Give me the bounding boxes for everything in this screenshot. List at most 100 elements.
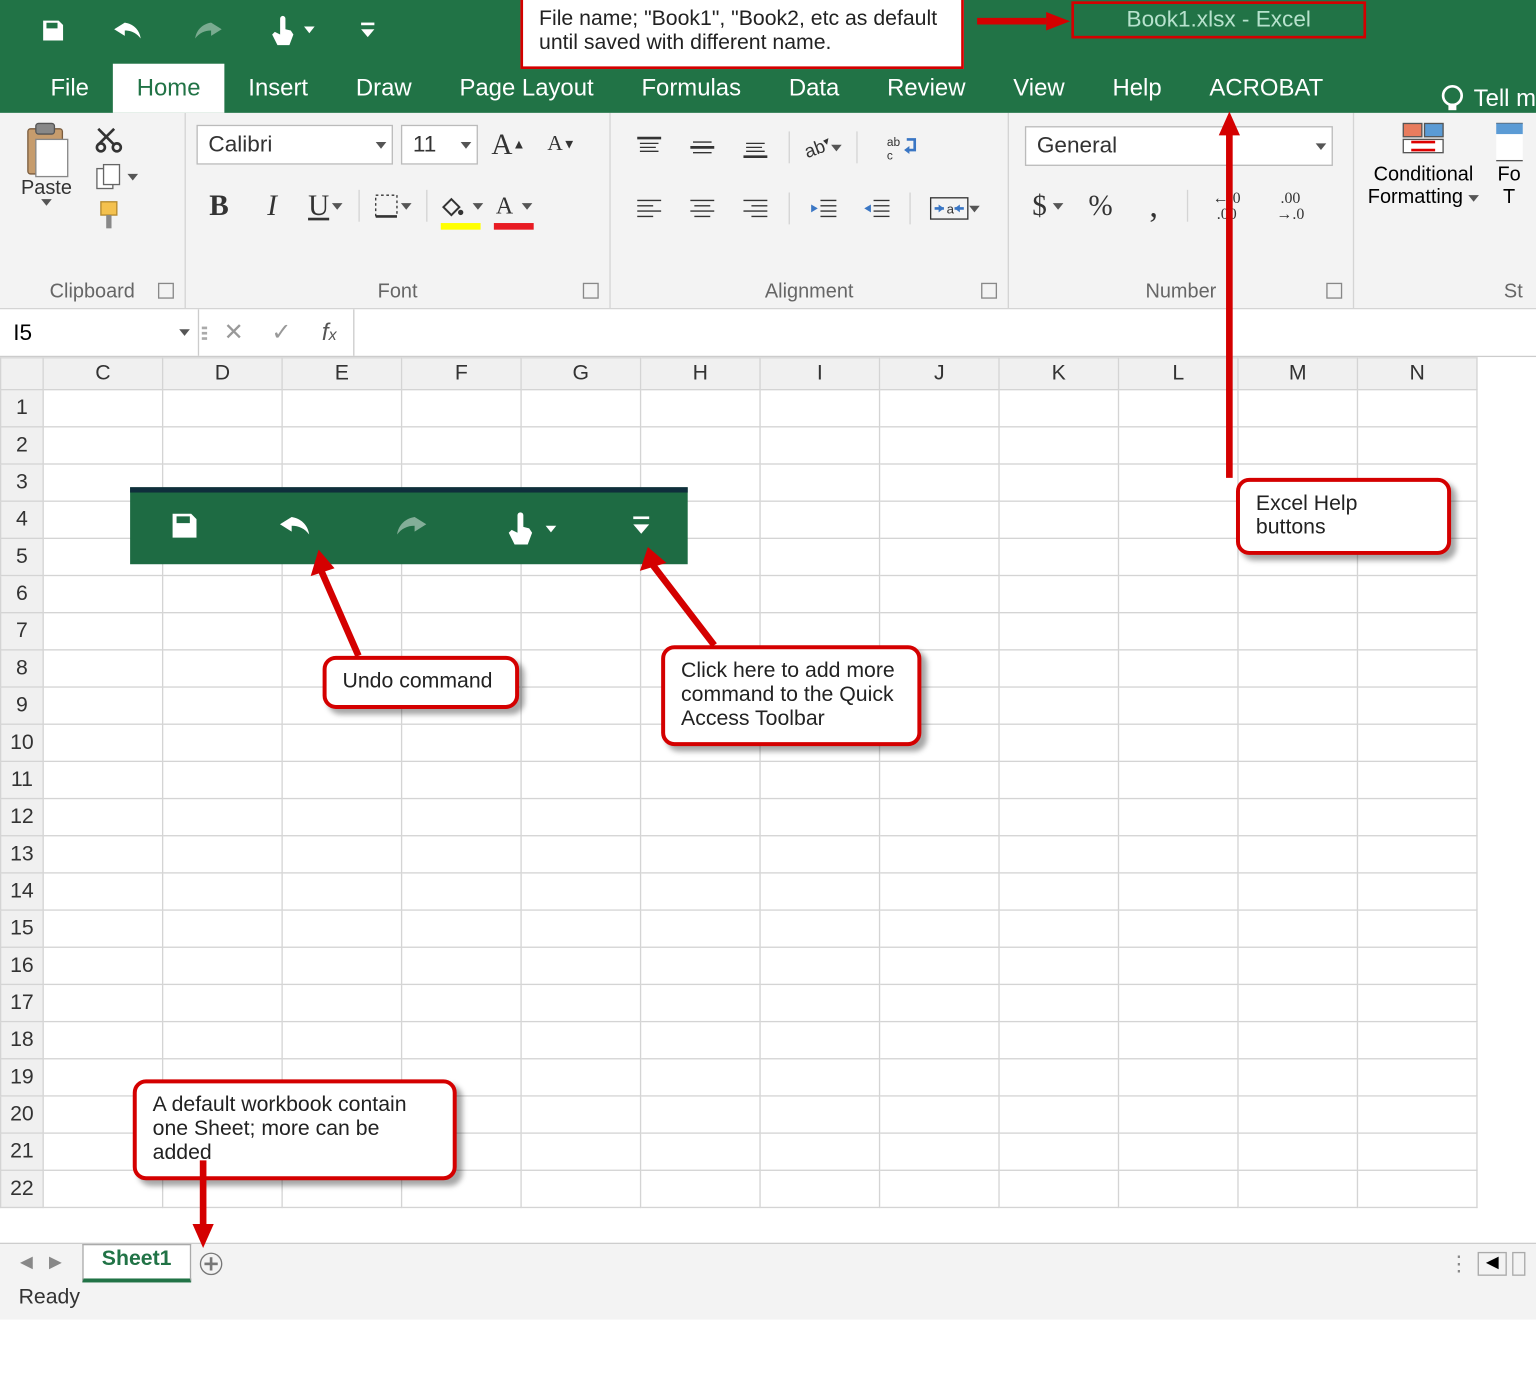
cell[interactable] — [880, 947, 999, 984]
redo-icon[interactable] — [191, 17, 223, 44]
cell[interactable] — [641, 799, 760, 836]
cell[interactable] — [1238, 873, 1357, 910]
cell[interactable] — [282, 724, 401, 761]
cell[interactable] — [43, 910, 162, 947]
tab-data[interactable]: Data — [765, 64, 863, 113]
formula-input[interactable] — [353, 309, 1536, 355]
tab-draw[interactable]: Draw — [332, 64, 436, 113]
next-sheet-icon[interactable]: ► — [45, 1251, 66, 1275]
cell[interactable] — [521, 576, 640, 613]
cell[interactable] — [163, 836, 282, 873]
cell[interactable] — [282, 947, 401, 984]
column-header[interactable]: D — [163, 358, 282, 390]
cell[interactable] — [641, 1022, 760, 1059]
fx-icon[interactable]: fx — [305, 319, 353, 347]
tab-page-layout[interactable]: Page Layout — [436, 64, 618, 113]
tab-home[interactable]: Home — [113, 64, 225, 113]
cell[interactable] — [880, 538, 999, 575]
cell[interactable] — [1357, 650, 1476, 687]
cell[interactable] — [1238, 390, 1357, 427]
cell[interactable] — [641, 1170, 760, 1207]
cell[interactable] — [1238, 910, 1357, 947]
cell[interactable] — [999, 947, 1118, 984]
cell[interactable] — [760, 464, 879, 501]
cell[interactable] — [43, 576, 162, 613]
cell[interactable] — [1238, 1059, 1357, 1096]
cell[interactable] — [282, 1022, 401, 1059]
cell[interactable] — [521, 1022, 640, 1059]
decrease-font-button[interactable]: A▼ — [539, 123, 584, 165]
cell[interactable] — [163, 390, 282, 427]
hscroll-track[interactable] — [1512, 1251, 1525, 1275]
cell[interactable] — [521, 984, 640, 1021]
cell[interactable] — [880, 1170, 999, 1207]
cancel-icon[interactable]: ✕ — [210, 319, 258, 347]
cell[interactable] — [282, 873, 401, 910]
cell[interactable] — [1119, 910, 1238, 947]
cell[interactable] — [521, 873, 640, 910]
cell[interactable] — [402, 873, 521, 910]
cell[interactable] — [521, 910, 640, 947]
dialog-launcher-icon[interactable] — [583, 283, 599, 299]
cell[interactable] — [1238, 761, 1357, 798]
cell[interactable] — [1238, 1022, 1357, 1059]
copy-button[interactable] — [96, 163, 138, 190]
cell[interactable] — [1357, 1133, 1476, 1170]
align-left-button[interactable] — [627, 187, 672, 229]
cell[interactable] — [760, 1059, 879, 1096]
cell[interactable] — [999, 724, 1118, 761]
dialog-launcher-icon[interactable] — [981, 283, 997, 299]
cell[interactable] — [402, 427, 521, 464]
cell[interactable] — [999, 613, 1118, 650]
cell[interactable] — [999, 1022, 1118, 1059]
cell[interactable] — [1357, 1022, 1476, 1059]
cell[interactable] — [282, 836, 401, 873]
cell[interactable] — [1119, 984, 1238, 1021]
column-header[interactable]: I — [760, 358, 879, 390]
enter-icon[interactable]: ✓ — [258, 319, 306, 347]
format-painter-button[interactable] — [96, 200, 138, 229]
cell[interactable] — [282, 390, 401, 427]
cell[interactable] — [999, 910, 1118, 947]
cell[interactable] — [163, 650, 282, 687]
cell[interactable] — [1238, 836, 1357, 873]
cell[interactable] — [1357, 910, 1476, 947]
cell[interactable] — [1238, 650, 1357, 687]
cell[interactable] — [521, 1059, 640, 1096]
cell[interactable] — [760, 501, 879, 538]
cell[interactable] — [1357, 836, 1476, 873]
cell[interactable] — [43, 427, 162, 464]
middle-align-button[interactable] — [680, 126, 725, 168]
cell[interactable] — [1119, 724, 1238, 761]
cell[interactable] — [999, 427, 1118, 464]
cell[interactable] — [1238, 1096, 1357, 1133]
cell[interactable] — [760, 799, 879, 836]
cell[interactable] — [521, 687, 640, 724]
borders-button[interactable] — [370, 185, 415, 227]
cell[interactable] — [641, 390, 760, 427]
row-header[interactable]: 11 — [1, 761, 43, 798]
row-header[interactable]: 5 — [1, 538, 43, 575]
cell[interactable] — [641, 1133, 760, 1170]
cell[interactable] — [760, 873, 879, 910]
cell[interactable] — [1238, 613, 1357, 650]
merge-center-button[interactable]: a — [921, 187, 987, 229]
cell[interactable] — [760, 576, 879, 613]
cell[interactable] — [1357, 799, 1476, 836]
cell[interactable] — [880, 1059, 999, 1096]
cell[interactable] — [1238, 1133, 1357, 1170]
row-header[interactable]: 7 — [1, 613, 43, 650]
cell[interactable] — [1238, 427, 1357, 464]
cell[interactable] — [163, 613, 282, 650]
row-header[interactable]: 12 — [1, 799, 43, 836]
cell[interactable] — [880, 464, 999, 501]
scroll-left-icon[interactable]: ◄ — [1478, 1251, 1507, 1275]
cell[interactable] — [1119, 501, 1238, 538]
cell[interactable] — [760, 984, 879, 1021]
cell[interactable] — [1357, 873, 1476, 910]
column-header[interactable]: C — [43, 358, 162, 390]
cell[interactable] — [43, 947, 162, 984]
font-name-select[interactable]: Calibri — [196, 125, 392, 165]
row-header[interactable]: 21 — [1, 1133, 43, 1170]
cell[interactable] — [999, 1096, 1118, 1133]
